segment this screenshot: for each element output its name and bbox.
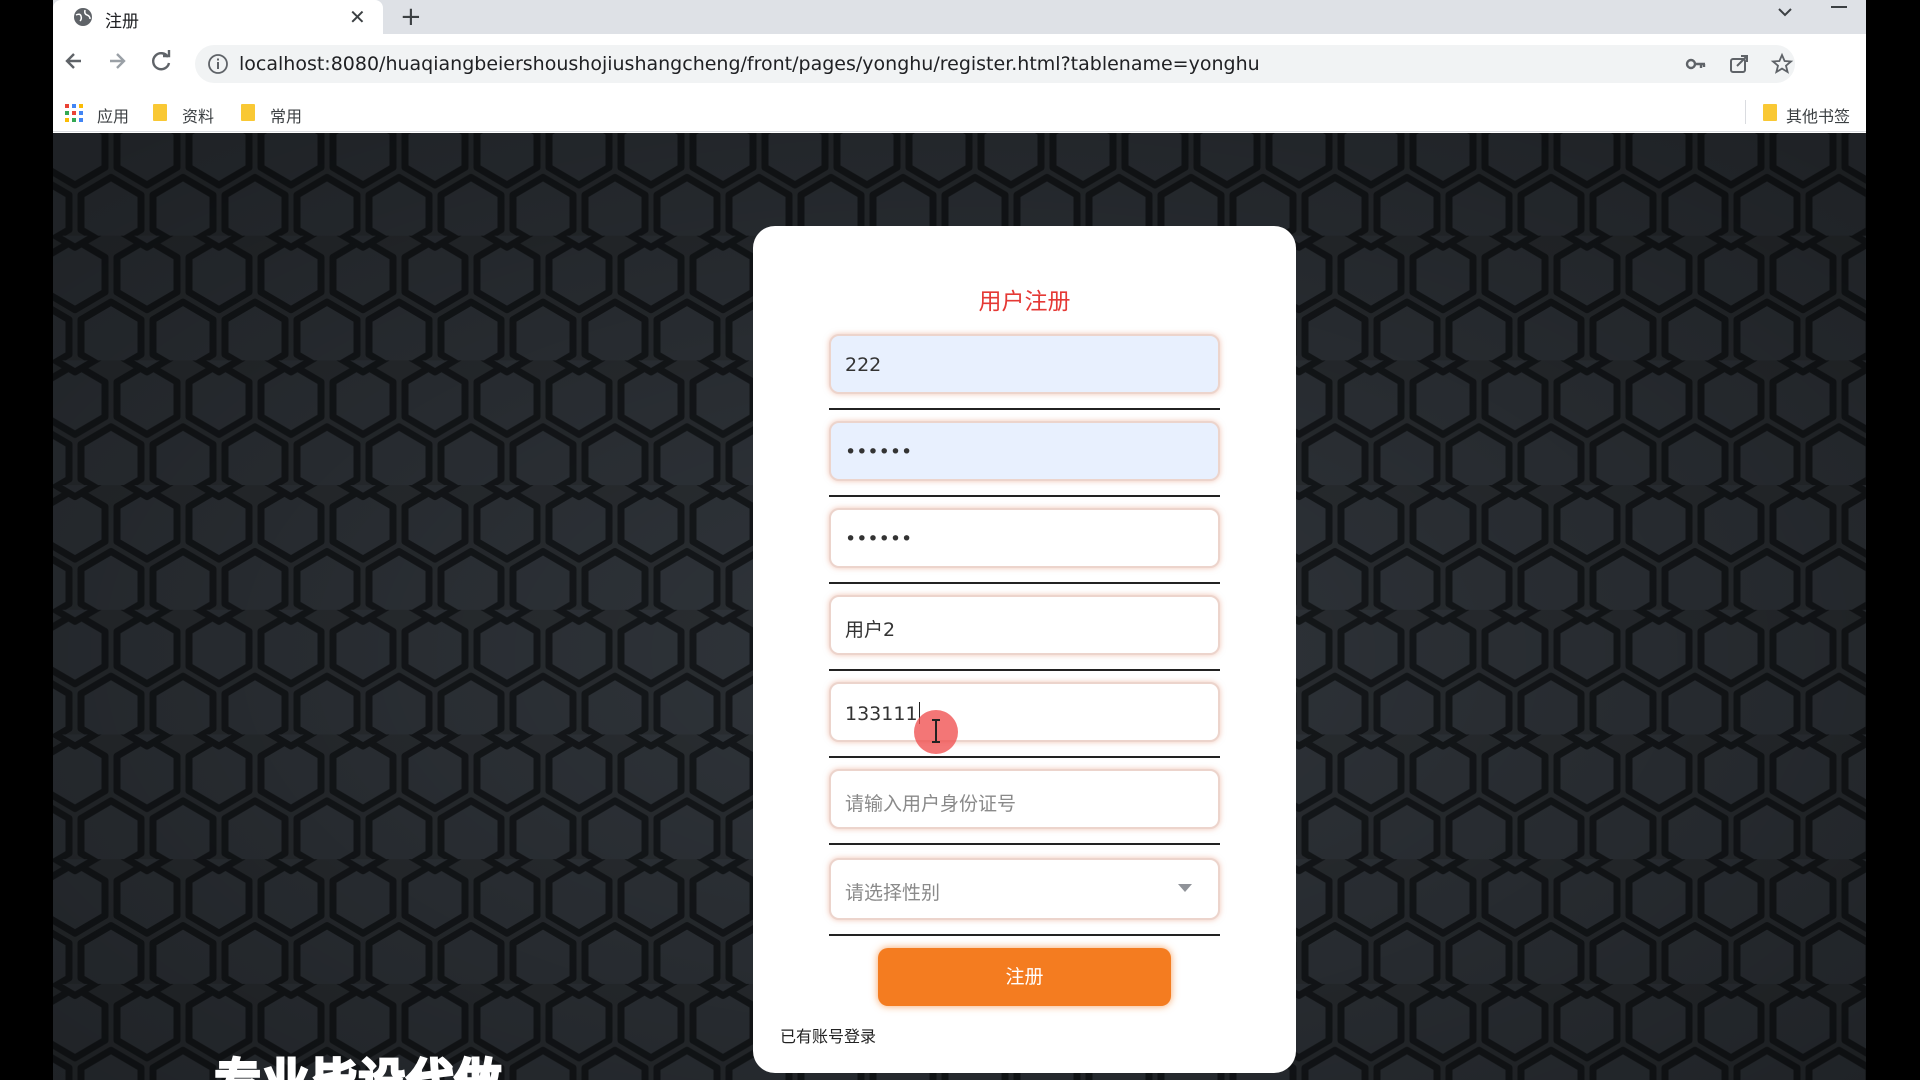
url-text[interactable]: localhost:8080/huaqiangbeiershoushojiush… (239, 53, 1260, 75)
name-value: 用户2 (845, 619, 896, 641)
bookmark-apps[interactable]: 应用 (65, 101, 135, 126)
divider (829, 934, 1220, 936)
confirm-password-value: •••••• (845, 528, 913, 550)
id-card-placeholder: 请输入用户身份证号 (845, 793, 1017, 815)
divider (829, 408, 1220, 410)
folder-icon (1763, 104, 1777, 121)
forward-arrow-icon[interactable] (102, 46, 132, 76)
bookmark-folder-materials[interactable]: 资料 (153, 101, 223, 126)
folder-icon (241, 104, 255, 121)
password-input[interactable]: •••••• (829, 421, 1220, 481)
address-bar[interactable]: localhost:8080/huaqiangbeiershoushojiush… (195, 45, 1795, 83)
bookmark-other[interactable]: 其他书签 (1763, 101, 1863, 126)
divider (829, 582, 1220, 584)
id-card-input[interactable]: 请输入用户身份证号 (829, 769, 1220, 829)
confirm-password-input[interactable]: •••••• (829, 508, 1220, 568)
globe-icon (74, 8, 92, 26)
star-icon[interactable] (1770, 52, 1794, 76)
minimize-button[interactable] (1831, 6, 1847, 8)
screen: 注册 ✕ + localhost:8080/huaqiangbeiershous… (0, 0, 1920, 1080)
key-icon[interactable] (1684, 52, 1708, 76)
bookmark-other-label: 其他书签 (1786, 107, 1851, 126)
info-icon[interactable] (207, 53, 229, 75)
gender-placeholder: 请选择性别 (845, 882, 941, 904)
divider (829, 756, 1220, 758)
gender-select[interactable]: 请选择性别 (829, 858, 1220, 920)
divider (829, 495, 1220, 497)
register-card: 用户注册 222 •••••• •••••• 用户2 133111 请输入用户身… (753, 226, 1296, 1073)
phone-value: 133111 (845, 703, 918, 725)
account-input[interactable]: 222 (829, 334, 1220, 394)
reload-icon[interactable] (146, 46, 176, 76)
browser-window: 注册 ✕ + localhost:8080/huaqiangbeiershous… (53, 0, 1866, 1080)
bookmarks-bar: 应用 资料 常用 其他书签 (53, 92, 1866, 132)
overlay-caption: 专业毕设代做 (214, 1045, 503, 1080)
tab-register[interactable]: 注册 ✕ (53, 0, 383, 34)
bookmark-separator (1745, 100, 1746, 124)
chevron-down-icon[interactable] (1178, 884, 1192, 892)
new-tab-button[interactable]: + (400, 2, 422, 32)
text-cursor-icon (932, 719, 940, 743)
phone-input[interactable]: 133111 (829, 682, 1220, 742)
account-value: 222 (845, 354, 882, 376)
apps-grid-icon (65, 104, 83, 122)
phone-field-content: 133111 (845, 702, 920, 725)
bookmark-folder-common[interactable]: 常用 (241, 101, 311, 126)
login-link[interactable]: 已有账号登录 (780, 1023, 876, 1047)
back-arrow-icon[interactable] (59, 46, 89, 76)
divider (829, 843, 1220, 845)
page-background: 用户注册 222 •••••• •••••• 用户2 133111 请输入用户身… (53, 133, 1866, 1080)
toolbar: localhost:8080/huaqiangbeiershoushojiush… (53, 34, 1866, 92)
bookmark-apps-label: 应用 (97, 107, 130, 126)
register-button[interactable]: 注册 (878, 948, 1171, 1006)
tab-strip: 注册 ✕ + (53, 0, 1866, 34)
divider (829, 669, 1220, 671)
chevron-down-icon[interactable] (1775, 2, 1795, 22)
share-icon[interactable] (1727, 52, 1751, 76)
tab-title: 注册 (105, 12, 139, 32)
bookmark-folder-materials-label: 资料 (182, 107, 215, 126)
folder-icon (153, 104, 167, 121)
page-title: 用户注册 (978, 289, 1071, 315)
close-icon[interactable]: ✕ (349, 5, 366, 29)
password-value: •••••• (845, 441, 913, 463)
name-input[interactable]: 用户2 (829, 595, 1220, 655)
bookmark-folder-common-label: 常用 (270, 107, 303, 126)
